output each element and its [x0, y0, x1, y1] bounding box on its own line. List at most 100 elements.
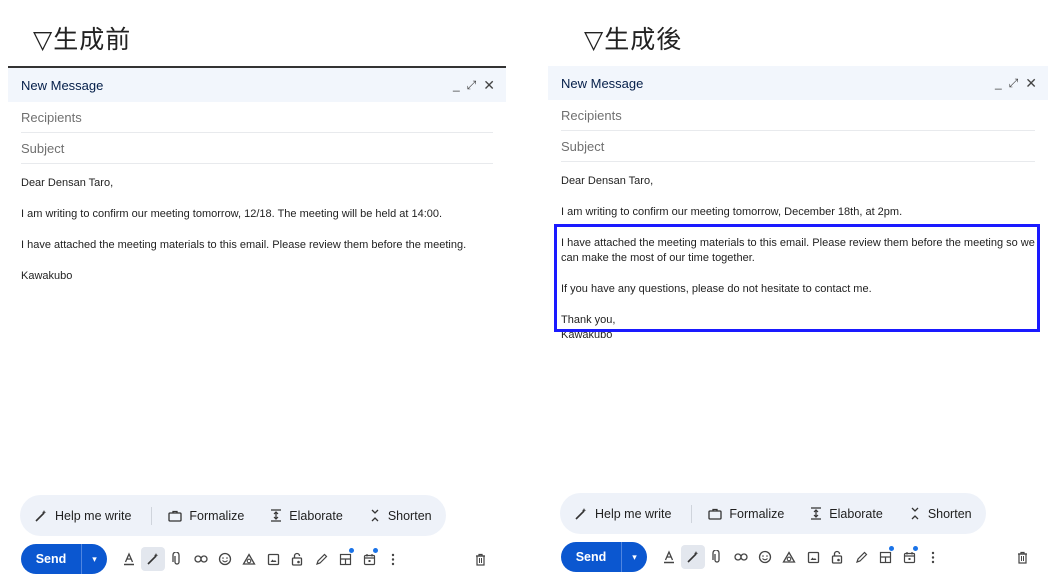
ai-write-icon[interactable] — [681, 545, 705, 569]
expand-icon[interactable]: ⤢ — [1009, 76, 1019, 91]
shorten-label: Shorten — [387, 508, 432, 523]
signature-text: Kawakubo — [561, 329, 613, 341]
expand-text-icon — [811, 507, 822, 520]
window-controls: _ ⤢ ✕ — [995, 75, 1037, 92]
subject-field[interactable]: Subject — [561, 131, 1035, 162]
send-options-icon[interactable]: ▾ — [621, 542, 647, 572]
shorten-button[interactable]: Shorten — [909, 507, 972, 521]
elaborate-button[interactable]: Elaborate — [270, 509, 343, 523]
send-button[interactable]: Send ▾ — [561, 542, 647, 572]
close-icon[interactable]: ✕ — [483, 77, 495, 94]
drive-icon[interactable] — [777, 545, 801, 569]
schedule-icon[interactable] — [357, 547, 381, 571]
link-icon[interactable] — [189, 547, 213, 571]
help-me-write-label: Help me write — [595, 506, 672, 521]
send-options-icon[interactable]: ▾ — [81, 544, 107, 574]
signature-icon[interactable] — [849, 545, 873, 569]
ai-writing-bar: Help me write Formalize Elaborate Shorte… — [20, 495, 446, 536]
closing-text: Thank you, — [561, 314, 616, 326]
layout-icon[interactable] — [873, 545, 897, 569]
caption-after: ▽生成後 — [584, 25, 683, 54]
toolbar-icons — [657, 545, 945, 569]
compose-titlebar: New Message _ ⤢ ✕ — [548, 66, 1048, 100]
compose-toolbar: Send ▾ — [561, 542, 1040, 572]
link-icon[interactable] — [729, 545, 753, 569]
ai-writing-bar: Help me write Formalize Elaborate Shorte… — [560, 493, 986, 534]
trash-icon[interactable] — [468, 547, 492, 571]
more-options-icon[interactable] — [921, 545, 945, 569]
body-paragraph-3: If you have any questions, please do not… — [561, 283, 872, 295]
close-icon[interactable]: ✕ — [1025, 75, 1037, 92]
drive-icon[interactable] — [237, 547, 261, 571]
signature-icon[interactable] — [309, 547, 333, 571]
compose-titlebar: New Message _ ⤢ ✕ — [8, 68, 506, 102]
new-feature-dot — [349, 548, 354, 553]
body-paragraph-2: I have attached the meeting materials to… — [21, 239, 467, 251]
compose-title: New Message — [561, 75, 644, 91]
message-body[interactable]: Dear Densan Taro, I am writing to confir… — [548, 162, 1048, 343]
recipients-field[interactable]: Recipients — [561, 100, 1035, 131]
greeting-text: Dear Densan Taro, — [561, 175, 654, 187]
confidential-icon[interactable] — [285, 547, 309, 571]
shorten-icon — [911, 507, 919, 520]
send-label: Send — [575, 550, 607, 564]
photo-icon[interactable] — [261, 547, 285, 571]
attach-icon[interactable] — [165, 547, 189, 571]
body-paragraph-2: I have attached the meeting materials to… — [561, 237, 1035, 264]
compose-window-before: New Message _ ⤢ ✕ Recipients Subject Dea… — [8, 66, 506, 583]
photo-icon[interactable] — [801, 545, 825, 569]
expand-icon[interactable]: ⤢ — [467, 78, 477, 93]
formalize-button[interactable]: Formalize — [168, 509, 244, 523]
toolbar-icons — [117, 547, 405, 571]
greeting-text: Dear Densan Taro, — [21, 177, 114, 189]
ai-write-icon[interactable] — [141, 547, 165, 571]
formatting-icon[interactable] — [657, 545, 681, 569]
minimize-icon[interactable]: _ — [453, 78, 460, 92]
elaborate-button[interactable]: Elaborate — [810, 507, 883, 521]
shorten-button[interactable]: Shorten — [369, 509, 432, 523]
compose-toolbar: Send ▾ — [21, 544, 498, 574]
magic-pen-icon — [575, 507, 587, 520]
minimize-icon[interactable]: _ — [995, 76, 1002, 90]
trash-icon[interactable] — [1010, 545, 1034, 569]
compose-title: New Message — [21, 77, 104, 93]
magic-pen-icon — [35, 509, 47, 522]
divider — [151, 506, 153, 525]
formalize-button[interactable]: Formalize — [708, 507, 784, 521]
subject-field[interactable]: Subject — [21, 133, 493, 164]
layout-icon[interactable] — [333, 547, 357, 571]
expand-text-icon — [271, 509, 282, 522]
send-label: Send — [35, 552, 67, 566]
elaborate-label: Elaborate — [829, 506, 883, 521]
body-paragraph-1: I am writing to confirm our meeting tomo… — [21, 208, 443, 220]
help-me-write-button[interactable]: Help me write — [34, 509, 131, 523]
compose-window-after: New Message _ ⤢ ✕ Recipients Subject Dea… — [548, 66, 1048, 583]
shorten-icon — [371, 509, 379, 522]
briefcase-icon — [708, 508, 723, 520]
signature-text: Kawakubo — [21, 270, 73, 282]
window-controls: _ ⤢ ✕ — [453, 77, 495, 94]
message-body[interactable]: Dear Densan Taro, I am writing to confir… — [8, 164, 506, 284]
attach-icon[interactable] — [705, 545, 729, 569]
formatting-icon[interactable] — [117, 547, 141, 571]
emoji-icon[interactable] — [753, 545, 777, 569]
schedule-icon[interactable] — [897, 545, 921, 569]
help-me-write-label: Help me write — [55, 508, 132, 523]
briefcase-icon — [168, 510, 183, 522]
send-button[interactable]: Send ▾ — [21, 544, 107, 574]
formalize-label: Formalize — [189, 508, 245, 523]
emoji-icon[interactable] — [213, 547, 237, 571]
confidential-icon[interactable] — [825, 545, 849, 569]
caption-before: ▽生成前 — [33, 25, 132, 54]
new-feature-dot — [889, 546, 894, 551]
body-paragraph-1: I am writing to confirm our meeting tomo… — [561, 206, 903, 218]
shorten-label: Shorten — [927, 506, 972, 521]
recipients-field[interactable]: Recipients — [21, 102, 493, 133]
more-options-icon[interactable] — [381, 547, 405, 571]
help-me-write-button[interactable]: Help me write — [574, 507, 671, 521]
new-feature-dot — [913, 546, 918, 551]
divider — [691, 504, 693, 523]
new-feature-dot — [373, 548, 378, 553]
elaborate-label: Elaborate — [289, 508, 343, 523]
formalize-label: Formalize — [729, 506, 785, 521]
